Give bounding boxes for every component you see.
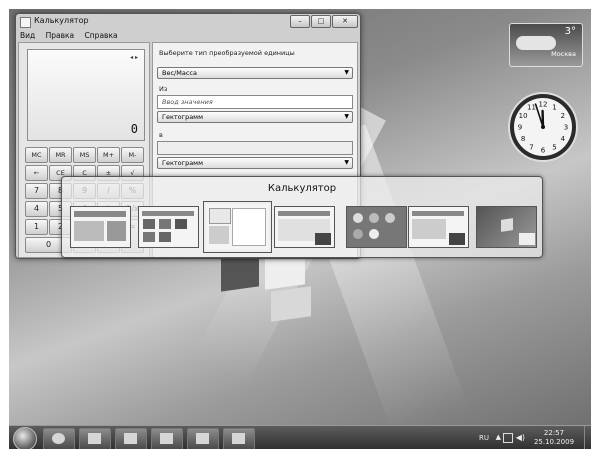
key-button[interactable]: MR	[49, 147, 72, 163]
key-button[interactable]: MS	[73, 147, 96, 163]
key-button[interactable]: 7	[25, 183, 48, 199]
weather-gadget[interactable]: 3° Москва	[509, 23, 583, 67]
from-value-input[interactable]: Ввод значения	[157, 95, 353, 109]
calculator-app-icon	[20, 17, 31, 28]
switcher-title: Калькулятор	[267, 183, 337, 194]
volume-icon[interactable]: ◀)	[516, 433, 525, 442]
taskbar-calculator-button[interactable]	[223, 428, 255, 449]
from-unit-value: Гектограмм	[162, 113, 203, 121]
menu-bar: Вид Правка Справка	[20, 31, 126, 42]
window-switcher: Калькулятор	[61, 176, 543, 258]
category-value: Вес/Масса	[162, 69, 197, 77]
menu-view[interactable]: Вид	[20, 31, 35, 40]
taskbar-explorer-button[interactable]	[79, 428, 111, 449]
to-label: в	[159, 131, 163, 139]
key-button[interactable]: ←	[25, 165, 48, 181]
clock-numeral: 4	[561, 135, 566, 143]
calculator-titlebar[interactable]: Калькулятор – □ ✕	[16, 14, 360, 28]
clock-numeral: 8	[521, 135, 525, 143]
key-button[interactable]: M+	[97, 147, 120, 163]
minimize-button[interactable]: –	[290, 15, 310, 28]
network-icon[interactable]	[503, 433, 513, 443]
weather-city: Москва	[551, 50, 576, 58]
switcher-thumb-window-1[interactable]	[70, 206, 131, 248]
display-value: 0	[130, 122, 138, 136]
cloud-icon	[516, 36, 556, 50]
clock-numeral: 1	[552, 104, 556, 112]
switcher-thumb-calculator[interactable]	[204, 202, 271, 252]
chevron-down-icon: ▼	[344, 159, 349, 166]
maximize-button[interactable]: □	[311, 15, 331, 28]
weather-temperature: 3°	[564, 26, 576, 37]
clock-numeral: 3	[564, 124, 568, 132]
key-button[interactable]: 4	[25, 201, 48, 217]
taskbar-ie-button[interactable]	[43, 428, 75, 449]
desktop[interactable]: Калькулятор – □ ✕ Вид Правка Справка ◂ ▸…	[9, 9, 591, 449]
chevron-down-icon: ▼	[344, 113, 349, 120]
to-unit-value: Гектограмм	[162, 159, 203, 167]
key-button[interactable]: MC	[25, 147, 48, 163]
from-label: Из	[159, 85, 168, 93]
menu-help[interactable]: Справка	[85, 31, 118, 40]
clock-numeral: 10	[519, 112, 528, 120]
start-button[interactable]	[13, 427, 37, 449]
clock-numeral: 7	[529, 143, 533, 151]
close-button[interactable]: ✕	[332, 15, 358, 28]
clock-numeral: 11	[527, 104, 536, 112]
clock-numeral: 9	[518, 124, 522, 132]
chevron-down-icon: ▼	[344, 69, 349, 76]
key-button[interactable]: M-	[121, 147, 144, 163]
switcher-thumb-window-4[interactable]	[274, 206, 335, 248]
from-placeholder: Ввод значения	[162, 98, 213, 106]
tray-date[interactable]: 25.10.2009	[529, 438, 579, 446]
category-select[interactable]: Вес/Масса ▼	[157, 67, 353, 79]
from-unit-select[interactable]: Гектограмм ▼	[157, 111, 353, 123]
clock-numeral: 2	[561, 112, 565, 120]
converter-heading: Выберите тип преобразуемой единицы	[159, 49, 295, 57]
clock-numeral: 5	[552, 143, 556, 151]
clock-numeral: 6	[541, 147, 546, 155]
to-value-output	[157, 141, 353, 155]
switcher-thumb-window-6[interactable]	[408, 206, 469, 248]
show-hidden-icons-icon[interactable]: ▲	[496, 433, 501, 441]
display-arrows[interactable]: ◂ ▸	[130, 54, 138, 61]
clock-numeral: 12	[539, 101, 548, 109]
switcher-thumb-desktop[interactable]	[476, 206, 537, 248]
show-desktop-button[interactable]	[584, 426, 591, 449]
key-button[interactable]: 1	[25, 219, 48, 235]
taskbar-app-button[interactable]	[151, 428, 183, 449]
language-indicator[interactable]: RU	[479, 434, 489, 442]
tray-time[interactable]: 22:57	[529, 429, 579, 437]
taskbar: RU ▲ ◀) 22:57 25.10.2009	[9, 425, 591, 449]
clock-gadget[interactable]: 1234567891011 12	[507, 91, 579, 163]
window-title: Калькулятор	[34, 16, 89, 25]
menu-edit[interactable]: Правка	[46, 31, 75, 40]
taskbar-media-player-button[interactable]	[115, 428, 147, 449]
switcher-thumb-window-5[interactable]	[346, 206, 407, 248]
calculator-display: ◂ ▸ 0	[27, 49, 145, 141]
windows-logo-pane	[271, 286, 311, 322]
system-tray: RU ▲ ◀) 22:57 25.10.2009	[447, 426, 587, 449]
taskbar-app-button[interactable]	[187, 428, 219, 449]
to-unit-select[interactable]: Гектограмм ▼	[157, 157, 353, 169]
switcher-thumb-window-2[interactable]	[138, 206, 199, 248]
